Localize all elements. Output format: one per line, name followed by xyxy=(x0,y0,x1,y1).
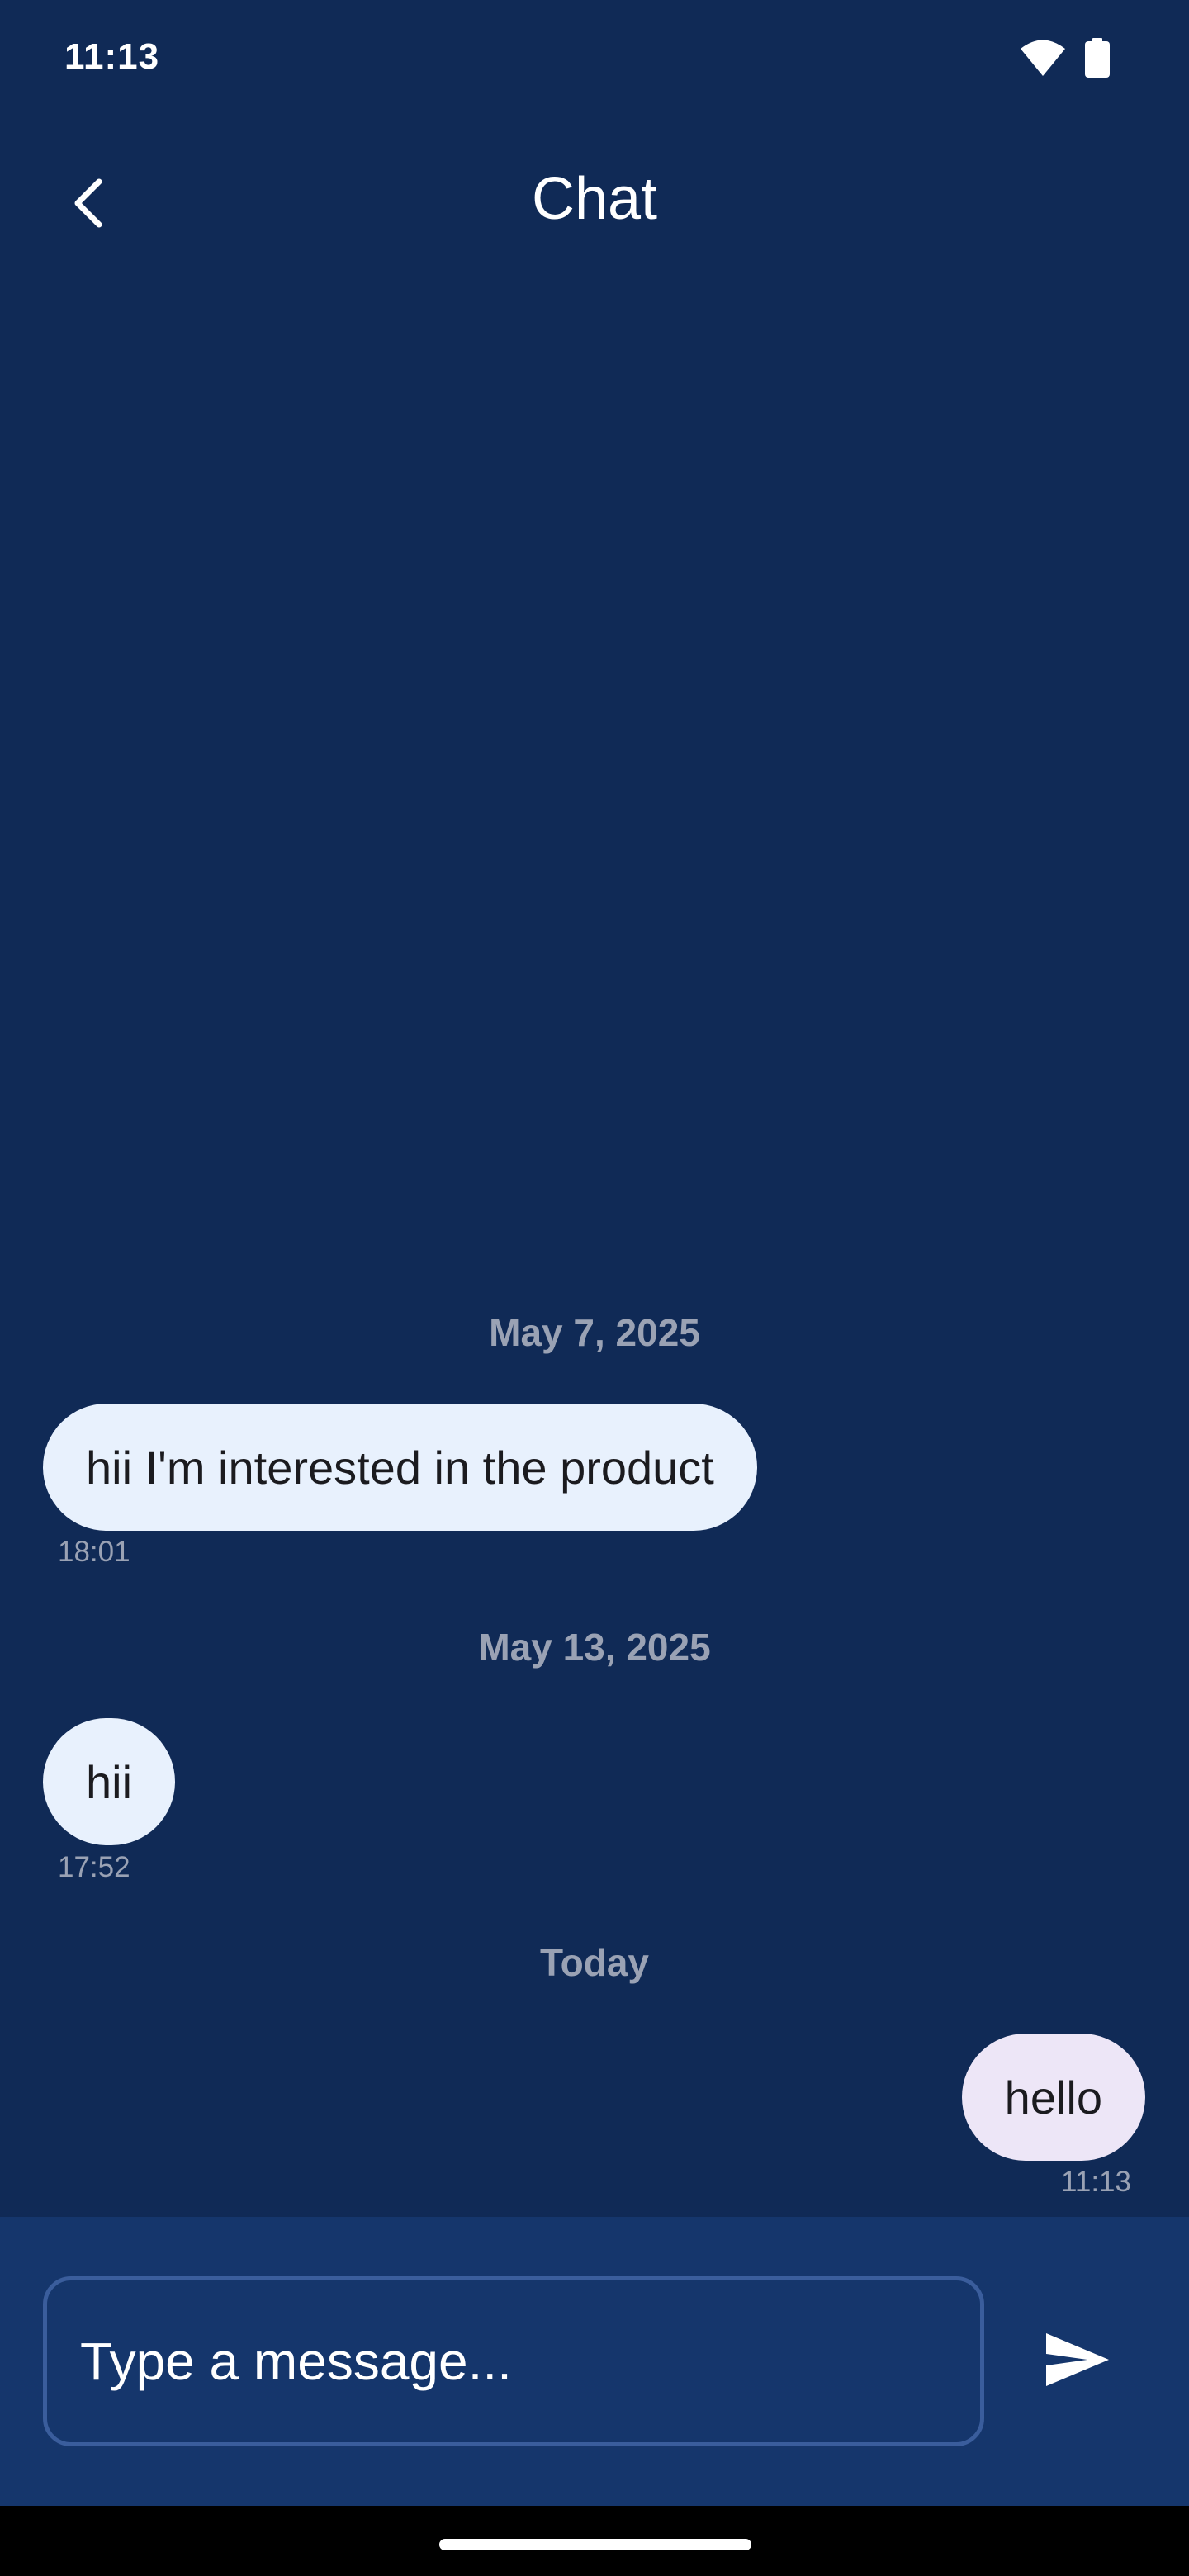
app-bar: Chat xyxy=(0,132,1189,272)
date-separator: May 13, 2025 xyxy=(478,1626,711,1669)
wifi-icon xyxy=(1019,38,1067,82)
page-title: Chat xyxy=(531,166,658,232)
message-timestamp: 11:13 xyxy=(1061,2166,1131,2198)
status-bar: 11:13 xyxy=(0,0,1189,116)
date-separator: May 7, 2025 xyxy=(489,1311,700,1354)
send-icon xyxy=(1045,2332,1111,2392)
date-separator: Today xyxy=(539,1941,650,1984)
message-timestamp: 18:01 xyxy=(58,1536,130,1568)
incoming-message-bubble[interactable]: hii xyxy=(43,1718,176,1845)
status-icons xyxy=(1019,38,1110,82)
incoming-message-bubble[interactable]: hii I'm interested in the product xyxy=(43,1404,757,1531)
composer-bar xyxy=(0,2217,1189,2506)
battery-icon xyxy=(1085,38,1110,82)
status-time: 11:13 xyxy=(64,36,160,77)
outgoing-message-bubble[interactable]: hello xyxy=(961,2034,1145,2161)
chat-screen: 11:13 Chat May 7, 2025 hii I'm intereste… xyxy=(0,0,1189,2576)
navigation-bar xyxy=(0,2506,1189,2576)
message-timestamp: 17:52 xyxy=(58,1851,130,1883)
send-button[interactable] xyxy=(1034,2318,1121,2405)
home-indicator[interactable] xyxy=(439,2539,751,2550)
message-input[interactable] xyxy=(43,2276,984,2446)
message-list: May 7, 2025 hii I'm interested in the pr… xyxy=(0,272,1189,2217)
